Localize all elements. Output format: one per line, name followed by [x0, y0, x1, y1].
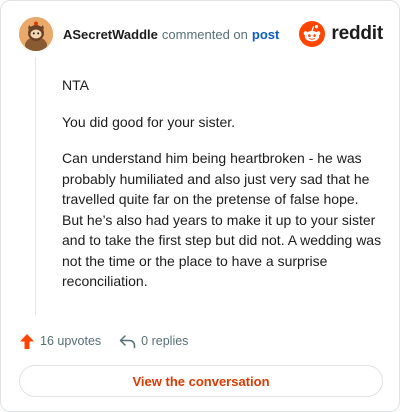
reply-arrow-icon — [119, 334, 136, 348]
comment-paragraph: You did good for your sister. — [62, 113, 236, 130]
upvote-count: 16 upvotes — [40, 334, 102, 348]
comment-header: ASecretWaddle commented on post reddit — [19, 17, 383, 51]
snoo-avatar-icon[interactable] — [19, 17, 53, 51]
upvote-button[interactable]: 16 upvotes — [19, 333, 101, 350]
author-username[interactable]: ASecretWaddle — [63, 27, 158, 42]
replies-button[interactable]: 0 replies — [119, 334, 188, 349]
comment-body: NTA You did good for your sister. Can un… — [62, 75, 382, 308]
reddit-brand[interactable]: reddit — [299, 21, 383, 47]
comment-byline: ASecretWaddle commented on post — [63, 27, 279, 42]
comment-paragraph: Can understand him being heartbroken - h… — [62, 150, 382, 289]
comment-actions: 16 upvotes 0 replies — [19, 331, 188, 351]
post-link[interactable]: post — [252, 27, 279, 42]
commented-on-text: commented on — [161, 26, 248, 42]
thread-line — [35, 57, 36, 315]
reddit-wordmark: reddit — [331, 23, 383, 44]
reddit-logo-icon — [299, 21, 326, 47]
comment-paragraph: NTA — [62, 77, 89, 93]
view-conversation-button[interactable]: View the conversation — [19, 365, 383, 397]
upvote-arrow-icon — [20, 333, 34, 349]
embedded-comment-card: ASecretWaddle commented on post reddit N… — [0, 0, 400, 412]
reply-count: 0 replies — [141, 334, 189, 348]
